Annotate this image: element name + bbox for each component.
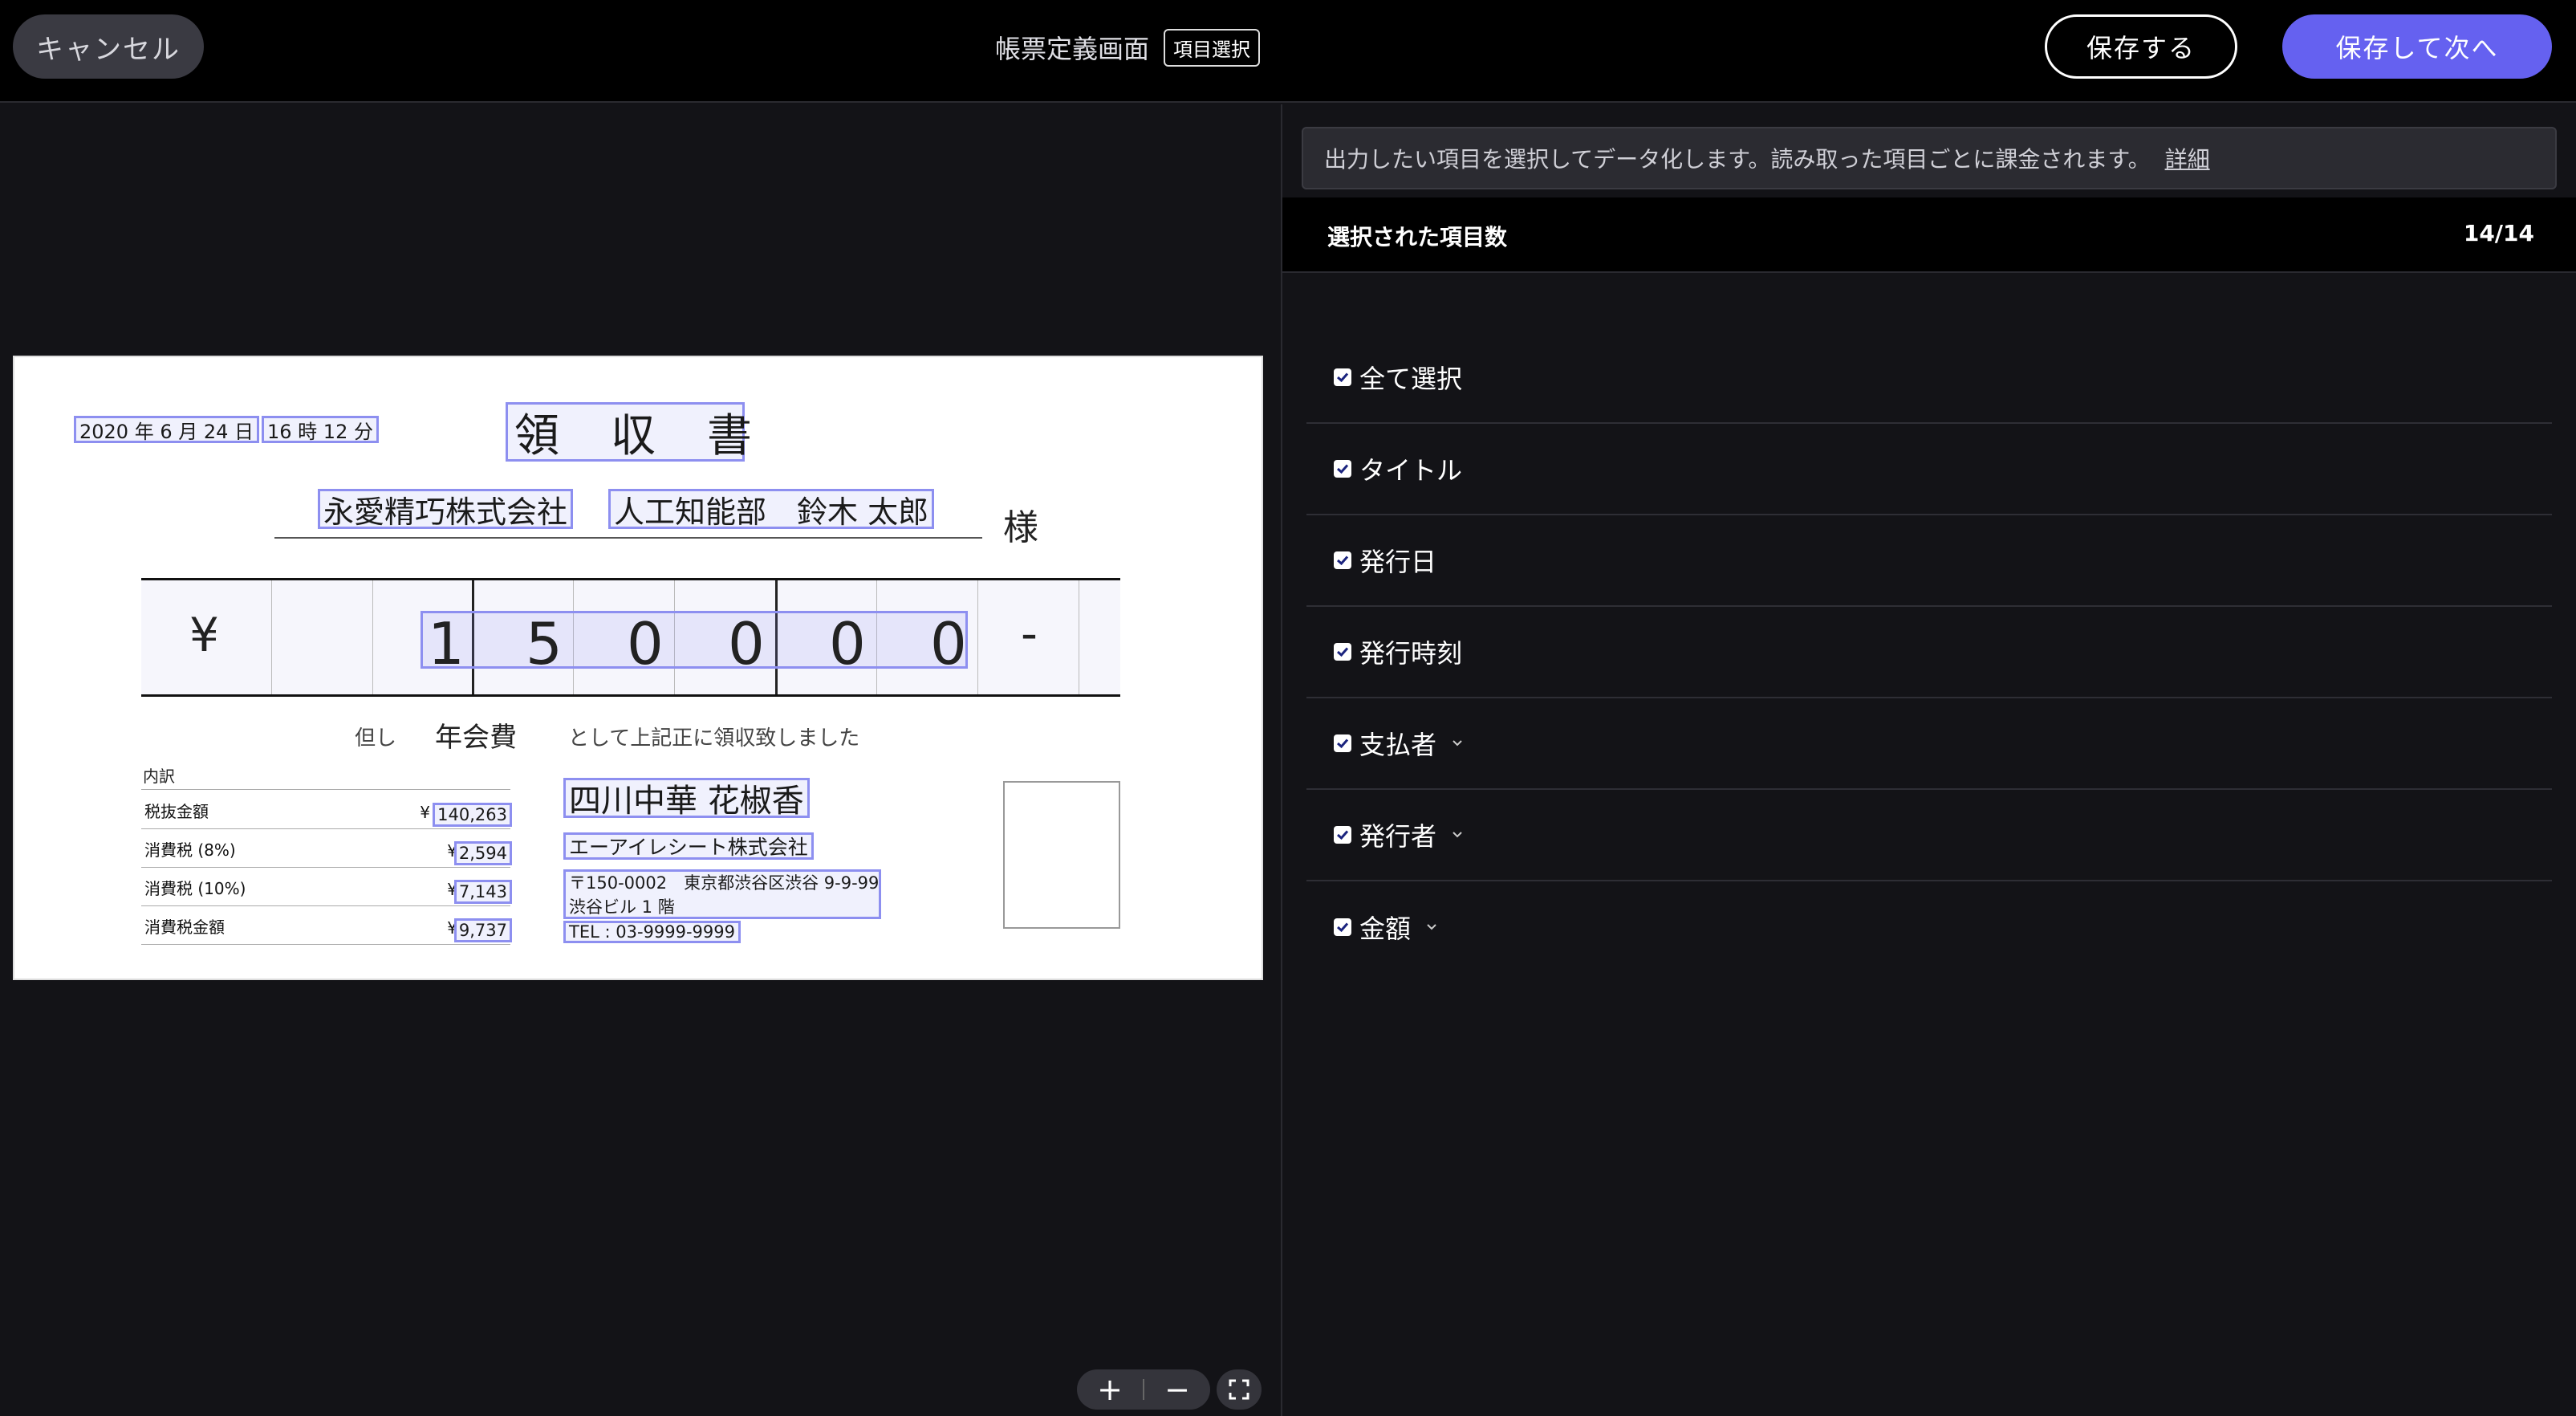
breakdown-label: 消費税 (8%) bbox=[144, 840, 236, 860]
breakdown-title: 内訳 bbox=[143, 767, 175, 786]
yen-mark: ¥ bbox=[189, 608, 219, 662]
checkbox[interactable] bbox=[1334, 368, 1351, 386]
item-selection-panel: 出力したい項目を選択してデータ化します。読み取った項目ごとに課金されます。 詳細… bbox=[1282, 104, 2576, 1416]
checkbox[interactable] bbox=[1334, 918, 1351, 936]
payee-underline bbox=[274, 537, 982, 539]
honorific: 様 bbox=[1003, 507, 1038, 548]
receipt-document: 2020 年 6 月 24 日 16 時 12 分 領 収 書 永愛精巧株式会社… bbox=[13, 356, 1263, 980]
check-icon bbox=[1337, 830, 1349, 840]
amount-dash: - bbox=[1021, 606, 1038, 661]
check-icon bbox=[1337, 372, 1349, 383]
item-payer[interactable]: 支払者 bbox=[1306, 698, 2552, 790]
selected-count-value: 14/14 bbox=[2463, 220, 2534, 246]
breakdown-label: 消費税金額 bbox=[144, 918, 225, 937]
field-issuer-address[interactable]: 〒150-0002 東京都渋谷区渋谷 9-9-99 渋谷ビル 1 階 bbox=[563, 869, 881, 919]
field-tax-8[interactable]: 2,594 bbox=[453, 841, 512, 865]
mode-badge: 項目選択 bbox=[1164, 28, 1261, 67]
amount-digit: 0 bbox=[930, 610, 967, 677]
item-issue-date[interactable]: 発行日 bbox=[1306, 515, 2552, 607]
info-bar: 出力したい項目を選択してデータ化します。読み取った項目ごとに課金されます。 詳細 bbox=[1302, 127, 2557, 189]
breakdown-rule bbox=[141, 789, 510, 790]
amount-digit: 0 bbox=[627, 610, 664, 677]
item-label: 支払者 bbox=[1359, 730, 1437, 760]
chevron-down-icon[interactable] bbox=[1451, 831, 1464, 839]
fullscreen-icon bbox=[1229, 1379, 1249, 1400]
item-title[interactable]: タイトル bbox=[1306, 424, 2552, 515]
chevron-down-icon[interactable] bbox=[1451, 739, 1464, 747]
field-issuer-tel[interactable]: TEL : 03-9999-9999 bbox=[563, 921, 741, 943]
purpose-value: 年会費 bbox=[435, 722, 517, 754]
breakdown-row: 税抜金額 ¥ 140,263 bbox=[141, 791, 512, 829]
check-icon bbox=[1337, 464, 1349, 474]
breakdown-row: 消費税 (8%) ¥ 2,594 bbox=[141, 829, 512, 868]
info-text: 出力したい項目を選択してデータ化します。読み取った項目ごとに課金されます。 bbox=[1324, 146, 2151, 173]
field-issue-time[interactable]: 16 時 12 分 bbox=[262, 416, 379, 443]
check-icon bbox=[1337, 922, 1349, 933]
item-issue-time[interactable]: 発行時刻 bbox=[1306, 607, 2552, 698]
amount-table: ¥ 1 5 0 0 0 0 - bbox=[141, 578, 1120, 697]
zoom-in-button[interactable]: + bbox=[1077, 1369, 1143, 1410]
item-label: 金額 bbox=[1359, 913, 1412, 944]
cell-divider bbox=[977, 580, 978, 694]
item-label: 発行者 bbox=[1359, 821, 1437, 852]
breakdown-yen: ¥ bbox=[420, 803, 430, 822]
fit-screen-button[interactable] bbox=[1217, 1369, 1262, 1410]
amount-digit: 5 bbox=[526, 610, 563, 677]
item-label: 発行日 bbox=[1359, 547, 1437, 577]
top-bar: キャンセル 帳票定義画面 項目選択 保存する 保存して次へ bbox=[0, 0, 2576, 103]
cell-divider bbox=[372, 580, 373, 694]
field-issuer-name[interactable]: 四川中華 花椒香 bbox=[563, 778, 810, 820]
breakdown-row: 消費税金額 ¥ 9,737 bbox=[141, 906, 512, 945]
cancel-button[interactable]: キャンセル bbox=[13, 14, 204, 79]
field-tax-total[interactable]: 9,737 bbox=[453, 918, 512, 942]
amount-digit: 0 bbox=[728, 610, 765, 677]
detail-link[interactable]: 詳細 bbox=[2165, 142, 2210, 174]
field-tax-excluded[interactable]: 140,263 bbox=[433, 803, 512, 827]
item-amount[interactable]: 金額 bbox=[1306, 881, 2552, 973]
issuer-address-line: 〒150-0002 東京都渋谷区渋谷 9-9-99 bbox=[569, 873, 880, 893]
breakdown-label: 消費税 (10%) bbox=[144, 879, 246, 898]
field-tax-10[interactable]: 7,143 bbox=[453, 880, 512, 904]
tadashi-label: 但し bbox=[355, 726, 397, 751]
item-label: 全て選択 bbox=[1359, 364, 1463, 394]
item-issuer[interactable]: 発行者 bbox=[1306, 790, 2552, 881]
checkbox[interactable] bbox=[1334, 826, 1351, 844]
issuer-address-line: 渋谷ビル 1 階 bbox=[569, 897, 675, 917]
field-payee-company[interactable]: 永愛精巧株式会社 bbox=[318, 489, 574, 530]
received-text: として上記正に領収致しました bbox=[568, 726, 860, 751]
check-icon bbox=[1337, 739, 1349, 749]
page-title: 帳票定義画面 bbox=[995, 34, 1150, 64]
field-amount[interactable]: 1 5 0 0 0 0 bbox=[421, 610, 968, 677]
checkbox[interactable] bbox=[1334, 460, 1351, 478]
check-icon bbox=[1337, 647, 1349, 657]
item-select-all[interactable]: 全て選択 bbox=[1306, 332, 2552, 424]
amount-digit: 0 bbox=[829, 610, 866, 677]
zoom-controls: + − bbox=[1077, 1369, 1210, 1410]
check-icon bbox=[1337, 555, 1349, 566]
field-title[interactable]: 領 収 書 bbox=[506, 402, 752, 462]
checkbox[interactable] bbox=[1334, 551, 1351, 569]
checkbox[interactable] bbox=[1334, 643, 1351, 661]
chevron-down-icon[interactable] bbox=[1425, 923, 1438, 931]
save-button[interactable]: 保存する bbox=[2045, 14, 2237, 79]
field-issuer-company[interactable]: エーアイレシート株式会社 bbox=[563, 832, 814, 860]
checkbox[interactable] bbox=[1334, 734, 1351, 752]
item-label: タイトル bbox=[1359, 455, 1463, 486]
save-and-next-button[interactable]: 保存して次へ bbox=[2282, 14, 2552, 79]
field-issue-date[interactable]: 2020 年 6 月 24 日 bbox=[74, 416, 260, 443]
item-label: 発行時刻 bbox=[1359, 638, 1463, 669]
selected-count-bar: 選択された項目数 14/14 bbox=[1282, 197, 2576, 273]
selected-count-label: 選択された項目数 bbox=[1327, 224, 1508, 250]
zoom-out-button[interactable]: − bbox=[1144, 1369, 1210, 1410]
title-area: 帳票定義画面 項目選択 bbox=[995, 28, 1261, 67]
breakdown-row: 消費税 (10%) ¥ 7,143 bbox=[141, 868, 512, 906]
field-payee-person[interactable]: 人工知能部 鈴木 太郎 bbox=[608, 489, 935, 530]
amount-digit: 1 bbox=[428, 610, 465, 677]
stamp-box bbox=[1003, 781, 1120, 929]
cell-divider bbox=[271, 580, 272, 694]
breakdown-label: 税抜金額 bbox=[144, 802, 209, 821]
